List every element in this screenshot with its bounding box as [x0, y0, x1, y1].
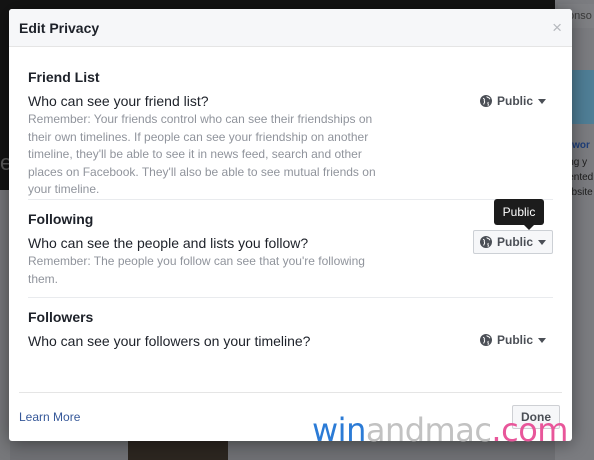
caret-down-icon [538, 338, 546, 343]
section-note: Remember: The people you follow can see … [28, 254, 365, 286]
learn-more-link[interactable]: Learn More [19, 410, 80, 424]
section-followers: Followers Who can see your followers on … [28, 298, 553, 368]
close-icon[interactable]: × [552, 19, 562, 36]
privacy-label: Public [496, 333, 533, 347]
globe-icon [479, 95, 492, 107]
section-heading: Followers [28, 309, 94, 325]
privacy-selector-friend-list[interactable]: Public [473, 89, 553, 113]
background-thumbnail [570, 70, 594, 124]
privacy-selector-followers[interactable]: Public [473, 328, 553, 352]
caret-down-icon [538, 240, 546, 245]
background-photo [128, 440, 228, 460]
dialog-body: Friend List Who can see your friend list… [9, 47, 572, 368]
watermark-part: win [312, 411, 366, 449]
globe-icon [479, 236, 492, 248]
edit-privacy-dialog: Edit Privacy × Friend List Who can see y… [9, 9, 572, 441]
dialog-header: Edit Privacy × [9, 9, 572, 47]
privacy-label: Public [496, 94, 533, 108]
caret-down-icon [538, 99, 546, 104]
privacy-tooltip: Public [494, 199, 544, 230]
section-heading: Friend List [28, 69, 100, 85]
privacy-label: Public [496, 235, 533, 249]
privacy-selector-following[interactable]: Public [473, 230, 553, 254]
watermark-part: .com [491, 411, 568, 449]
section-note: Remember: Your friends control who can s… [28, 112, 376, 196]
section-friend-list: Friend List Who can see your friend list… [28, 69, 553, 200]
section-heading: Following [28, 211, 94, 227]
section-following: Following Who can see the people and lis… [28, 200, 553, 298]
watermark-part: andmac [365, 411, 492, 449]
watermark: winandmac.com [312, 410, 568, 450]
dialog-title: Edit Privacy [19, 19, 100, 36]
globe-icon [479, 334, 492, 346]
